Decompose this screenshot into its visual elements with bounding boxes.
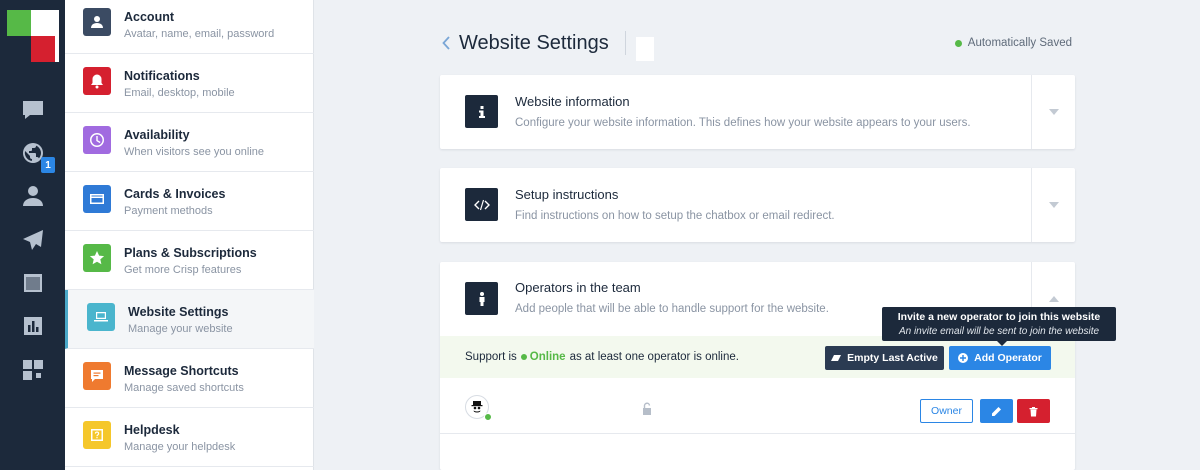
tooltip-arrow <box>997 341 1007 346</box>
notification-badge: 1 <box>41 157 55 173</box>
add-operator-button[interactable]: Add Operator <box>949 346 1051 370</box>
chat-icon[interactable] <box>20 97 46 123</box>
message-icon <box>83 362 111 390</box>
save-status-label: Automatically Saved <box>967 37 1072 49</box>
card-title: Setup instructions <box>515 187 619 202</box>
operator-online-dot <box>484 413 492 421</box>
card-description: Add people that will be able to handle s… <box>515 303 829 315</box>
contacts-icon[interactable] <box>20 183 46 209</box>
edit-operator-button[interactable] <box>980 399 1013 423</box>
support-status: Support is Online as at least one operat… <box>465 351 739 363</box>
operator-row: Owner <box>440 378 1075 434</box>
operators-card: Operators in the team Add people that wi… <box>440 262 1075 470</box>
support-status-bar: Support is Online as at least one operat… <box>440 336 1075 378</box>
plugins-icon[interactable] <box>20 357 46 383</box>
saved-dot-icon <box>954 39 962 47</box>
crisp-logo[interactable] <box>7 10 59 62</box>
operator-icon <box>465 282 498 315</box>
menu-item-message-shortcuts[interactable]: Message Shortcuts Manage saved shortcuts <box>65 349 314 408</box>
code-icon <box>465 188 498 221</box>
owner-role-button[interactable]: Owner <box>920 399 973 423</box>
menu-subtitle: Manage your helpdesk <box>124 441 236 453</box>
menu-item-website-settings[interactable]: Website Settings Manage your website <box>65 290 314 349</box>
empty-last-active-label: Empty Last Active <box>847 352 938 364</box>
title-divider <box>625 31 626 55</box>
online-dot-icon <box>520 354 527 360</box>
website-information-card[interactable]: Website information Configure your websi… <box>440 75 1075 149</box>
send-icon[interactable] <box>20 227 46 253</box>
menu-subtitle: Manage your website <box>128 323 233 335</box>
menu-title: Helpdesk <box>124 423 180 437</box>
setup-instructions-card[interactable]: Setup instructions Find instructions on … <box>440 168 1075 242</box>
app-rail: 1 <box>0 0 65 470</box>
card-title: Website information <box>515 94 630 109</box>
user-icon <box>83 8 111 36</box>
delete-operator-button[interactable] <box>1017 399 1050 423</box>
menu-item-cards-invoices[interactable]: Cards & Invoices Payment methods <box>65 172 314 231</box>
card-title: Operators in the team <box>515 280 641 295</box>
menu-item-plans-subscriptions[interactable]: Plans & Subscriptions Get more Crisp fea… <box>65 231 314 290</box>
menu-subtitle: Avatar, name, email, password <box>124 28 275 40</box>
menu-subtitle: Manage saved shortcuts <box>124 382 244 394</box>
trash-icon <box>1029 406 1038 416</box>
menu-title: Account <box>124 10 174 24</box>
menu-subtitle: Email, desktop, mobile <box>124 87 235 99</box>
card-description: Configure your website information. This… <box>515 117 971 129</box>
back-chevron-icon[interactable] <box>440 34 454 52</box>
unlock-icon <box>641 402 653 415</box>
menu-title: Plans & Subscriptions <box>124 246 257 260</box>
menu-title: Website Settings <box>128 305 229 319</box>
pencil-icon <box>992 406 1001 416</box>
star-icon <box>83 244 111 272</box>
add-operator-tooltip: Invite a new operator to join this websi… <box>882 307 1116 341</box>
plus-circle-icon <box>958 353 969 363</box>
tooltip-subtitle: An invite email will be sent to join the… <box>898 326 1100 337</box>
online-label: Online <box>529 351 566 363</box>
analytics-icon[interactable] <box>20 313 46 339</box>
menu-item-helpdesk[interactable]: Helpdesk Manage your helpdesk <box>65 408 314 467</box>
menu-title: Cards & Invoices <box>124 187 226 201</box>
support-suffix: as at least one operator is online. <box>569 351 739 363</box>
card-description: Find instructions on how to setup the ch… <box>515 210 835 222</box>
expand-chevron-icon[interactable] <box>1031 168 1075 242</box>
add-operator-label: Add Operator <box>974 352 1042 364</box>
card-icon <box>83 185 111 213</box>
help-icon <box>83 421 111 449</box>
menu-item-notifications[interactable]: Notifications Email, desktop, mobile <box>65 54 314 113</box>
empty-last-active-button[interactable]: Empty Last Active <box>825 346 944 370</box>
page-title: Website Settings <box>459 32 609 54</box>
info-icon <box>465 95 498 128</box>
laptop-icon <box>87 303 115 331</box>
bell-icon <box>83 67 111 95</box>
menu-item-account[interactable]: Account Avatar, name, email, password <box>65 0 314 54</box>
save-status: Automatically Saved <box>954 37 1072 49</box>
menu-subtitle: Get more Crisp features <box>124 264 242 276</box>
menu-item-availability[interactable]: Availability When visitors see you onlin… <box>65 113 314 172</box>
eraser-icon <box>831 355 842 361</box>
book-icon[interactable] <box>20 270 46 296</box>
menu-subtitle: Payment methods <box>124 205 213 217</box>
website-selector[interactable] <box>636 37 654 61</box>
online-status: Online <box>520 351 566 363</box>
settings-menu: Account Avatar, name, email, password No… <box>65 0 314 470</box>
expand-chevron-icon[interactable] <box>1031 75 1075 149</box>
tooltip-title: Invite a new operator to join this websi… <box>897 311 1101 323</box>
support-prefix: Support is <box>465 351 517 363</box>
clock-icon <box>83 126 111 154</box>
menu-subtitle: When visitors see you online <box>124 146 265 158</box>
menu-title: Availability <box>124 128 190 142</box>
menu-title: Message Shortcuts <box>124 364 239 378</box>
menu-title: Notifications <box>124 69 200 83</box>
